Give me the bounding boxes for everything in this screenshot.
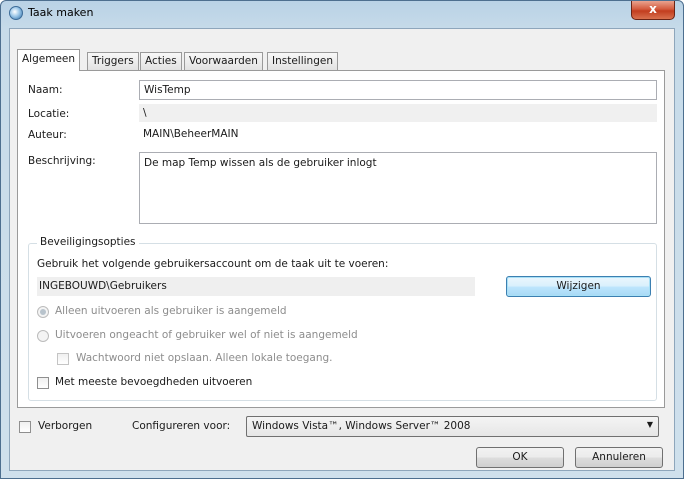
hidden-label: Verborgen <box>38 420 93 432</box>
ok-button[interactable]: OK <box>476 447 564 468</box>
configure-for-select[interactable]: Windows Vista™, Windows Server™ 2008 ▼ <box>246 416 659 437</box>
radio-whether-logged-on[interactable] <box>37 330 49 342</box>
name-label: Naam: <box>28 84 63 96</box>
no-store-password-checkbox[interactable] <box>57 353 69 365</box>
window-title: Taak maken <box>28 6 94 19</box>
tab-voorwaarden[interactable]: Voorwaarden <box>184 52 263 70</box>
cancel-button[interactable]: Annuleren <box>575 447 663 468</box>
name-field[interactable]: WisTemp <box>139 80 657 100</box>
radio-whether-label: Uitvoeren ongeacht of gebruiker wel of n… <box>55 329 358 341</box>
task-dialog-window: Taak maken x Algemeen Triggers Acties Vo… <box>0 0 684 479</box>
tab-algemeen[interactable]: Algemeen <box>17 49 81 71</box>
radio-selected-dot <box>40 309 46 315</box>
configure-for-value: Windows Vista™, Windows Server™ 2008 <box>252 420 471 432</box>
task-scheduler-icon <box>9 6 23 20</box>
tab-acties[interactable]: Acties <box>140 52 182 70</box>
radio-logged-on[interactable] <box>37 306 49 318</box>
general-tab-panel: Naam: WisTemp Locatie: \ Auteur: MAIN\Be… <box>17 70 665 408</box>
account-value: INGEBOUWD\Gebruikers <box>37 277 475 296</box>
security-options-group: Beveiligingsopties Gebruik het volgende … <box>28 236 657 401</box>
configure-for-label: Configureren voor: <box>132 420 231 432</box>
tab-instellingen[interactable]: Instellingen <box>267 52 338 70</box>
hidden-checkbox[interactable] <box>19 421 31 433</box>
dropdown-arrow-icon: ▼ <box>646 420 653 429</box>
radio-logged-on-label: Alleen uitvoeren als gebruiker is aangem… <box>55 305 287 317</box>
no-store-password-label: Wachtwoord niet opslaan. Alleen lokale t… <box>76 352 333 364</box>
dialog-client-area: Algemeen Triggers Acties Voorwaarden Ins… <box>9 28 675 471</box>
description-label: Beschrijving: <box>28 155 96 167</box>
highest-privileges-label: Met meeste bevoegdheden uitvoeren <box>55 376 253 388</box>
location-label: Locatie: <box>28 108 70 120</box>
location-value: \ <box>139 104 657 122</box>
close-button[interactable]: x <box>631 1 675 20</box>
author-value: MAIN\BeheerMAIN <box>143 128 239 140</box>
author-label: Auteur: <box>28 129 67 141</box>
security-group-title: Beveiligingsopties <box>37 236 139 248</box>
tab-triggers[interactable]: Triggers <box>87 52 139 70</box>
highest-privileges-checkbox[interactable] <box>37 377 49 389</box>
change-user-button[interactable]: Wijzigen <box>506 276 651 297</box>
title-bar[interactable]: Taak maken x <box>1 1 683 25</box>
account-prompt: Gebruik het volgende gebruikersaccount o… <box>37 258 389 270</box>
description-field[interactable]: De map Temp wissen als de gebruiker inlo… <box>139 152 657 224</box>
